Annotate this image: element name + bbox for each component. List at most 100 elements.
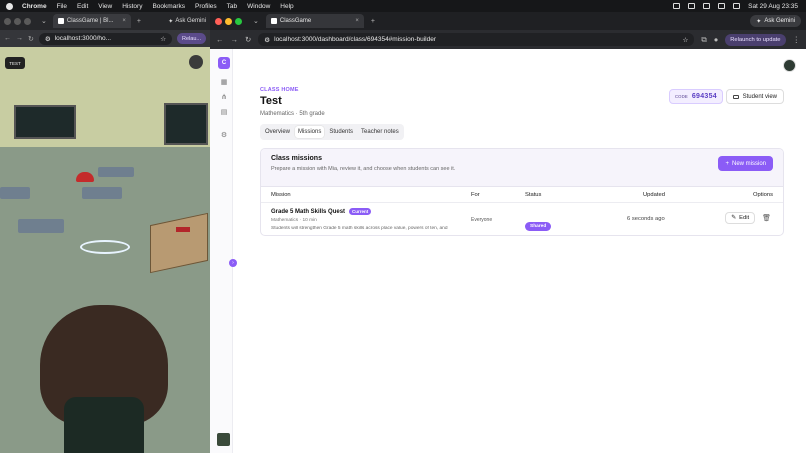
close-tab-icon[interactable]: ×	[122, 18, 126, 24]
gemini-icon: ✦	[168, 18, 174, 25]
left-tab-title: ClassGame | Bl...	[66, 18, 114, 24]
wifi-icon[interactable]	[688, 3, 696, 9]
menu-status-area: Sat 29 Aug 23:35	[673, 0, 798, 12]
menu-file[interactable]: File	[57, 3, 67, 10]
tab-teacher-notes[interactable]: Teacher notes	[358, 126, 402, 138]
tab-missions[interactable]: Missions	[295, 126, 325, 138]
interaction-ring[interactable]	[80, 240, 130, 254]
student-desk	[82, 187, 122, 199]
bookmark-star-icon[interactable]: ☆	[683, 36, 689, 44]
search-icon[interactable]	[703, 3, 711, 9]
clock[interactable]: Sat 29 Aug 23:35	[748, 3, 798, 10]
status-badge: Shared	[525, 222, 552, 231]
menu-help[interactable]: Help	[280, 3, 293, 10]
red-book[interactable]	[176, 227, 190, 232]
edit-button[interactable]: ✎ Edit	[725, 212, 756, 224]
tab-list-icon[interactable]: ⌄	[39, 17, 49, 25]
left-relaunch-button[interactable]: Relau...	[177, 33, 206, 44]
mission-description: Students will strengthen Grade 5 math sk…	[271, 226, 448, 231]
site-info-icon[interactable]: ⚙	[264, 36, 270, 44]
site-info-icon[interactable]: ⚙	[45, 35, 51, 43]
back-icon[interactable]: ←	[4, 35, 11, 42]
missions-card-header: Class missions Prepare a mission with Mi…	[261, 149, 783, 187]
relaunch-to-update-button[interactable]: Relaunch to update	[725, 33, 786, 46]
mission-audience: Everyone	[471, 217, 493, 223]
battery-icon[interactable]	[718, 3, 726, 9]
column-status: Status	[525, 191, 542, 198]
column-updated: Updated	[643, 191, 665, 198]
expand-sidebar-icon[interactable]: ›	[229, 259, 237, 267]
game-viewport[interactable]: TEST	[0, 47, 210, 453]
right-address-bar: ← → ↻ ⚙ localhost:3000/dashboard/class/6…	[210, 30, 806, 49]
new-tab-icon[interactable]: +	[135, 18, 143, 25]
right-url-field[interactable]: ⚙ localhost:3000/dashboard/class/694354#…	[258, 33, 695, 46]
close-tab-icon[interactable]: ×	[355, 18, 359, 24]
dashboard-icon[interactable]: ▦	[220, 79, 228, 87]
menu-tab[interactable]: Tab	[227, 3, 237, 10]
reload-icon[interactable]: ↻	[245, 35, 251, 44]
status-cell: Shared	[525, 214, 552, 232]
ask-gemini-button[interactable]: ✦ Ask Gemini	[168, 18, 206, 25]
hud-avatar[interactable]	[189, 55, 203, 69]
plus-icon: +	[725, 160, 729, 167]
bookmark-star-icon[interactable]: ☆	[160, 35, 166, 43]
tab-students[interactable]: Students	[326, 126, 356, 138]
account-avatar[interactable]	[783, 59, 796, 72]
menu-kebab-icon[interactable]: ⋮	[793, 35, 801, 44]
close-icon[interactable]	[215, 17, 222, 25]
reload-icon[interactable]: ↻	[28, 35, 34, 43]
back-icon[interactable]: ←	[216, 35, 224, 44]
gemini-icon: ✦	[756, 18, 762, 25]
menu-view[interactable]: View	[98, 3, 112, 10]
right-tab[interactable]: ClassGame ×	[265, 14, 364, 28]
monitor-icon	[732, 94, 739, 99]
structure-icon[interactable]: ⋔	[220, 94, 228, 102]
tab-list-icon[interactable]: ⌄	[251, 17, 261, 25]
left-url-field[interactable]: ⚙ localhost:3000/ho... ☆	[38, 32, 173, 45]
forward-icon[interactable]: →	[16, 35, 23, 42]
ask-gemini-button[interactable]: ✦ Ask Gemini	[750, 15, 801, 27]
menu-history[interactable]: History	[122, 3, 142, 10]
apple-icon[interactable]	[6, 2, 13, 10]
delete-icon[interactable]: 🗑	[762, 214, 771, 222]
tab-overview[interactable]: Overview	[262, 126, 293, 138]
student-view-button[interactable]: Student view	[725, 89, 784, 104]
current-badge: Current	[349, 208, 372, 215]
menu-profiles[interactable]: Profiles	[195, 3, 217, 10]
npc-character[interactable]	[76, 172, 94, 182]
table-row[interactable]: Grade 5 Math Skills Quest Current Mathem…	[261, 203, 783, 235]
left-tab-bar: ⌄ ClassGame | Bl... × + ✦ Ask Gemini	[0, 12, 210, 30]
menu-window[interactable]: Window	[247, 3, 270, 10]
menu-edit[interactable]: Edit	[77, 3, 88, 10]
minimize-icon[interactable]	[225, 17, 232, 25]
macos-menu-bar: Chrome File Edit View History Bookmarks …	[0, 0, 806, 12]
maximize-icon[interactable]	[24, 17, 31, 25]
edit-label: Edit	[739, 215, 750, 221]
profile-icon[interactable]: ●	[714, 35, 719, 44]
mission-name-line: Grade 5 Math Skills Quest Current	[271, 208, 465, 215]
minimize-icon[interactable]	[14, 17, 21, 25]
right-window-controls	[215, 17, 242, 25]
close-icon[interactable]	[4, 17, 11, 25]
book-icon[interactable]: ▤	[220, 109, 228, 117]
control-icon[interactable]	[673, 3, 681, 9]
classgame-dashboard: C ▦ ⋔ ▤ ⚙ › CLASS HOME Test Mathematics …	[210, 49, 806, 453]
left-tab[interactable]: ClassGame | Bl... ×	[52, 14, 131, 28]
new-tab-icon[interactable]: +	[369, 18, 377, 25]
user-avatar[interactable]	[217, 433, 230, 446]
settings-icon[interactable]: ⚙	[220, 132, 228, 140]
extensions-icon[interactable]: ⧉	[701, 35, 706, 45]
maximize-icon[interactable]	[235, 17, 242, 25]
class-code-badge[interactable]: CODE 694354	[668, 89, 723, 104]
class-code-value: 694354	[691, 93, 717, 100]
student-desk	[98, 167, 134, 177]
menu-app-name[interactable]: Chrome	[22, 3, 47, 10]
mission-meta: Mathematics · 10 min	[271, 218, 317, 223]
new-mission-button[interactable]: + New mission	[718, 156, 773, 171]
classgame-logo[interactable]: C	[218, 57, 230, 69]
menu-bookmarks[interactable]: Bookmarks	[152, 3, 185, 10]
control-center-icon[interactable]	[733, 3, 741, 9]
player-avatar-body	[64, 397, 144, 453]
classgame-favicon-icon	[270, 18, 277, 24]
forward-icon[interactable]: →	[231, 35, 239, 44]
